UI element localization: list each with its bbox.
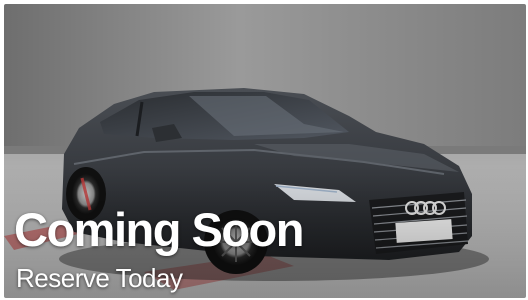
banner-overlay: Coming Soon Reserve Today <box>4 4 526 298</box>
reserve-today-subline: Reserve Today <box>16 263 183 293</box>
coming-soon-headline: Coming Soon <box>14 203 304 256</box>
listing-photo-frame: Coming Soon Reserve Today <box>4 4 526 298</box>
